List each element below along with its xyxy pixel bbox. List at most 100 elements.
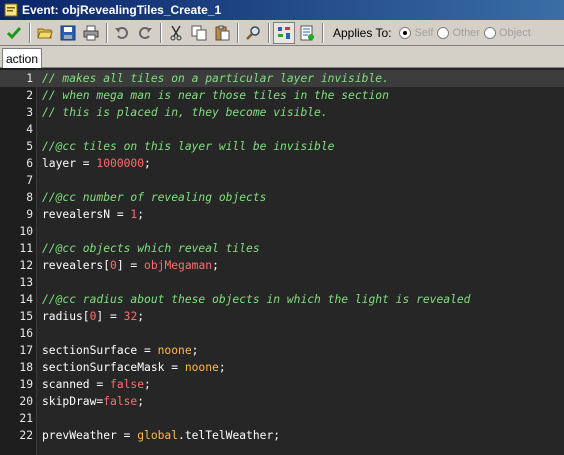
code-text: revealersN = 1; [42, 208, 144, 221]
code-complete-button[interactable] [296, 22, 318, 44]
code-line[interactable]: 3 // this is placed in, they become visib… [0, 104, 564, 121]
code-token: ; [137, 208, 145, 221]
code-token: ; [191, 344, 199, 357]
code-text: // makes all tiles on a particular layer… [42, 72, 389, 85]
line-number: 3 [26, 106, 33, 119]
code-line[interactable]: 20 skipDraw=false; [0, 393, 564, 410]
code-line[interactable]: 13 [0, 274, 564, 291]
paste-button[interactable] [211, 22, 233, 44]
applies-other-radio[interactable]: Other [437, 26, 480, 39]
code-text: // this is placed in, they become visibl… [42, 106, 328, 119]
code-token: revealers[ [42, 259, 111, 272]
line-number: 19 [19, 378, 33, 391]
code-text: radius[0] = 32; [42, 310, 144, 323]
code-line[interactable]: 22 prevWeather = global.telTelWeather; [0, 427, 564, 444]
code-token: 0 [110, 259, 117, 272]
floppy-icon [60, 25, 76, 40]
code-line[interactable]: 17 sectionSurface = noone; [0, 342, 564, 359]
line-number: 2 [26, 89, 33, 102]
code-line[interactable]: 4 [0, 121, 564, 138]
code-text: sectionSurfaceMask = noone; [42, 361, 226, 374]
code-token: sectionSurface = [42, 344, 158, 357]
code-editor[interactable]: 1 // makes all tiles on a particular laye… [0, 68, 564, 455]
code-line[interactable]: 7 [0, 172, 564, 189]
toolbar-separator [160, 22, 162, 43]
cut-button[interactable] [165, 22, 187, 44]
code-token: global [137, 429, 179, 442]
line-number: 17 [19, 344, 33, 357]
line-number: 10 [19, 225, 33, 238]
line-number: 14 [19, 293, 33, 306]
code-token: radius[ [42, 310, 90, 323]
code-token: //@cc tiles on this layer will be invisi… [42, 140, 335, 153]
applies-object-radio[interactable]: Object [483, 26, 531, 39]
code-line[interactable]: 8 //@cc number of revealing objects [0, 189, 564, 206]
line-number: 9 [26, 208, 33, 221]
code-token: ; [212, 259, 219, 272]
code-token: scanned = [42, 378, 111, 391]
code-line[interactable]: 6 layer = 1000000; [0, 155, 564, 172]
code-line[interactable]: 10 [0, 223, 564, 240]
code-line[interactable]: 9 revealersN = 1; [0, 206, 564, 223]
applies-other-label: Other [452, 26, 480, 39]
tab-action[interactable]: action [2, 48, 42, 68]
code-line[interactable]: 16 [0, 325, 564, 342]
ok-button[interactable] [3, 22, 25, 44]
code-token: ; [144, 157, 151, 170]
code-token: ] = [96, 310, 124, 323]
toolbar: Applies To: Self Other Object [0, 20, 564, 46]
code-token: sectionSurfaceMask = [42, 361, 185, 374]
code-token: objMegaman [144, 259, 213, 272]
code-line[interactable]: 18 sectionSurfaceMask = noone; [0, 359, 564, 376]
syntax-check-button[interactable] [273, 21, 295, 44]
copy-button[interactable] [188, 22, 210, 44]
undo-button[interactable] [111, 22, 133, 44]
line-number: 5 [26, 140, 33, 153]
code-token: 1000000 [96, 157, 145, 170]
check-icon [6, 26, 22, 39]
code-text: //@cc number of revealing objects [42, 191, 266, 204]
code-token: ; [137, 310, 145, 323]
printer-icon [83, 25, 99, 40]
code-line[interactable]: 1 // makes all tiles on a particular laye… [0, 70, 564, 87]
code-token: //@cc objects which reveal tiles [42, 242, 260, 255]
folder-icon [37, 28, 53, 38]
code-line[interactable]: 12 revealers[0] = objMegaman; [0, 257, 564, 274]
code-text: //@cc tiles on this layer will be invisi… [42, 140, 334, 153]
window-title: Event: objRevealingTiles_Create_1 [22, 3, 222, 17]
syntax-icon [278, 26, 290, 39]
code-token: // this is placed in, they become visibl… [42, 106, 328, 119]
code-line[interactable]: 14 //@cc radius about these objects in wh… [0, 291, 564, 308]
code-text: sectionSurface = noone; [42, 344, 198, 357]
magnifier-icon [246, 25, 260, 40]
line-number: 7 [26, 174, 33, 187]
code-line[interactable]: 21 [0, 410, 564, 427]
code-line[interactable]: 5 //@cc tiles on this layer will be invis… [0, 138, 564, 155]
code-token: false [110, 378, 145, 391]
undo-icon [115, 26, 128, 39]
code-line[interactable]: 19 scanned = false; [0, 376, 564, 393]
code-token: .telTelWeather; [178, 429, 281, 442]
code-text: prevWeather = global.telTelWeather; [42, 429, 280, 442]
print-button[interactable] [80, 22, 102, 44]
code-token: // makes all tiles on a particular layer… [42, 72, 389, 85]
find-button[interactable] [242, 22, 264, 44]
code-token: 32 [123, 310, 138, 323]
code-token: //@cc radius about these objects in whic… [42, 293, 471, 306]
code-token: revealersN = [42, 208, 131, 221]
code-token: noone [184, 361, 219, 374]
line-number: 12 [19, 259, 33, 272]
redo-button[interactable] [134, 22, 156, 44]
applies-self-radio[interactable]: Self [399, 26, 433, 39]
open-button[interactable] [34, 22, 56, 44]
code-line[interactable]: 2 // when mega man is near those tiles in… [0, 87, 564, 104]
code-text: scanned = false; [42, 378, 151, 391]
line-number: 1 [26, 72, 33, 85]
toolbar-separator [268, 22, 270, 43]
line-number: 11 [19, 242, 33, 255]
save-button[interactable] [57, 22, 79, 44]
toolbar-separator [106, 22, 108, 43]
code-line[interactable]: 11 //@cc objects which reveal tiles [0, 240, 564, 257]
code-text: //@cc radius about these objects in whic… [42, 293, 470, 306]
code-line[interactable]: 15 radius[0] = 32; [0, 308, 564, 325]
